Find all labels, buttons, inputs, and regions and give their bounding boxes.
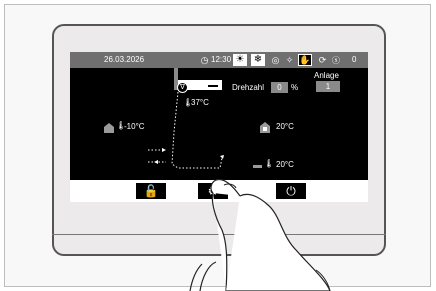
hand-illustration (189, 178, 331, 291)
